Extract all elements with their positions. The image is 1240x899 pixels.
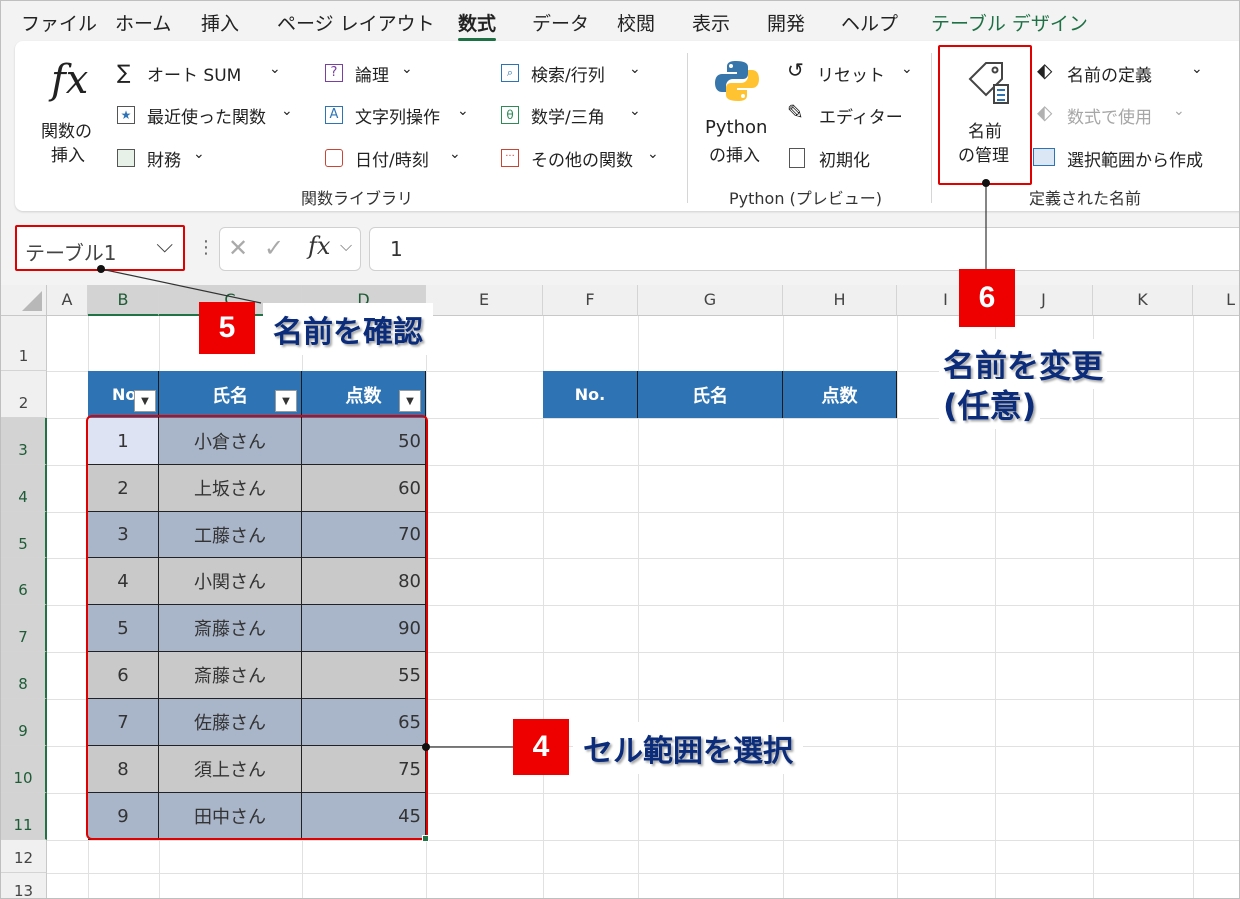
callout-4-badge: 4 xyxy=(513,719,569,775)
excel-window: ファイル ホーム 挿入 ページ レイアウト 数式 データ 校閲 表示 開発 ヘル… xyxy=(0,0,1240,899)
callout-5-text: 名前を確認 xyxy=(263,303,433,355)
callout-5-badge: 5 xyxy=(199,302,255,354)
callout-6-badge: 6 xyxy=(959,269,1015,327)
callout-6-text-2: (任意) xyxy=(939,379,1041,429)
callout-4-text: セル範囲を選択 xyxy=(573,722,803,774)
